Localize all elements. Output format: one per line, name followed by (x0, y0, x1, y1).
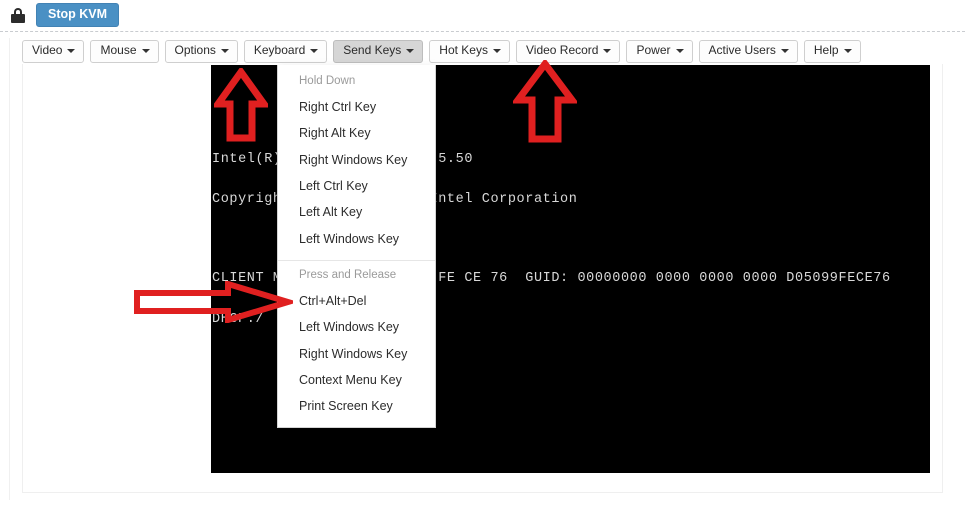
menu-help[interactable]: Help (803, 40, 861, 63)
chevron-down-icon (406, 49, 415, 53)
menu-item-right-windows-key-press[interactable]: Right Windows Key (278, 341, 435, 367)
menu-keyboard[interactable]: Keyboard (243, 40, 328, 63)
left-rail-divider (9, 38, 10, 500)
menu-options-label: Options (174, 43, 216, 58)
menu-send-keys[interactable]: Send Keys (333, 40, 424, 63)
header-divider (0, 31, 965, 32)
menu-send-keys-label: Send Keys (343, 43, 402, 58)
chevron-down-icon (780, 49, 789, 53)
kvm-toolbar: Video Mouse Options Keyboard Send Keys H… (22, 40, 861, 63)
menu-options[interactable]: Options (164, 40, 238, 63)
menu-mouse-label: Mouse (100, 43, 137, 58)
chevron-down-icon (310, 49, 319, 53)
menu-item-right-ctrl-key[interactable]: Right Ctrl Key (278, 94, 435, 120)
menu-item-left-ctrl-key[interactable]: Left Ctrl Key (278, 173, 435, 199)
menu-active-users[interactable]: Active Users (698, 40, 798, 63)
menu-video-label: Video (32, 43, 63, 58)
menu-power[interactable]: Power (626, 40, 693, 63)
chevron-down-icon (220, 49, 229, 53)
menu-video-record-label: Video Record (525, 43, 599, 58)
menu-hot-keys[interactable]: Hot Keys (429, 40, 510, 63)
chevron-down-icon (603, 49, 612, 53)
menu-item-left-windows-key-hold[interactable]: Left Windows Key (278, 226, 435, 252)
menu-help-label: Help (813, 43, 839, 58)
chevron-down-icon (492, 49, 501, 53)
top-bar: Stop KVM (0, 0, 965, 30)
chevron-down-icon (141, 49, 150, 53)
menu-item-right-alt-key[interactable]: Right Alt Key (278, 120, 435, 146)
menu-power-label: Power (636, 43, 671, 58)
stop-kvm-button[interactable]: Stop KVM (36, 3, 120, 27)
dropdown-section-header-hold-down: Hold Down (299, 75, 356, 87)
menu-keyboard-label: Keyboard (253, 43, 306, 58)
lock-icon (11, 7, 25, 23)
dropdown-section-header-press-and-release: Press and Release (299, 269, 397, 282)
menu-hot-keys-label: Hot Keys (439, 43, 488, 58)
menu-item-ctrl-alt-del[interactable]: Ctrl+Alt+Del (278, 288, 435, 314)
menu-item-left-windows-key-press[interactable]: Left Windows Key (278, 314, 435, 340)
kvm-viewer-page: Stop KVM Intel(R) Boot Agent GE v1.5.50 … (0, 0, 965, 516)
menu-item-print-screen-key[interactable]: Print Screen Key (278, 393, 435, 419)
menu-video[interactable]: Video (22, 40, 85, 63)
chevron-down-icon (675, 49, 684, 53)
dropdown-divider (278, 260, 435, 262)
menu-item-right-windows-key[interactable]: Right Windows Key (278, 147, 435, 173)
menu-item-context-menu-key[interactable]: Context Menu Key (278, 367, 435, 393)
menu-item-left-alt-key[interactable]: Left Alt Key (278, 199, 435, 225)
menu-active-users-label: Active Users (708, 43, 776, 58)
chevron-down-icon (67, 49, 76, 53)
send-keys-dropdown: Hold Down Right Ctrl Key Right Alt Key R… (277, 65, 436, 428)
menu-video-record[interactable]: Video Record (515, 40, 621, 63)
chevron-down-icon (843, 49, 852, 53)
menu-mouse[interactable]: Mouse (90, 40, 159, 63)
